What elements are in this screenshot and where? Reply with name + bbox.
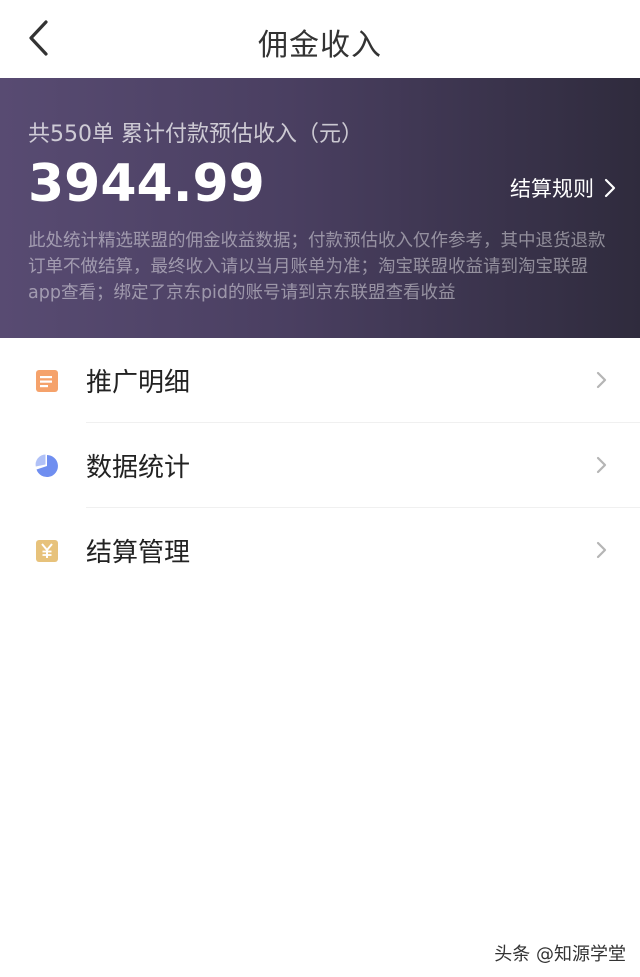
menu-item-label: 结算管理 (86, 538, 191, 568)
menu-item-label: 数据统计 (86, 453, 191, 483)
chevron-right-icon (604, 178, 616, 198)
menu-item-settlement-management[interactable]: 结算管理 (0, 508, 640, 593)
menu-item-data-statistics[interactable]: 数据统计 (0, 423, 640, 508)
chevron-right-icon (596, 541, 607, 559)
earnings-notice: 此处统计精选联盟的佣金收益数据；付款预估收入仅作参考，其中退货退款订单不做结算，… (28, 231, 606, 303)
document-icon (36, 370, 58, 392)
settlement-rules-label: 结算规则 (510, 177, 594, 201)
menu-list: 推广明细 数据统计 结算管理 (0, 338, 640, 593)
menu-item-promotion-details[interactable]: 推广明细 (0, 338, 640, 423)
menu-item-label: 推广明细 (86, 368, 191, 398)
yuan-icon (36, 540, 58, 562)
page-title: 佣金收入 (258, 28, 382, 63)
earnings-summary: 共550单 累计付款预估收入（元） (28, 122, 363, 147)
pie-chart-icon (35, 454, 58, 477)
earnings-banner: 共550单 累计付款预估收入（元） 3944.99 结算规则 此处统计精选联盟的… (0, 78, 640, 338)
watermark: 头条 @知源学堂 (494, 944, 626, 965)
settlement-rules-link[interactable]: 结算规则 (510, 173, 616, 203)
chevron-right-icon (596, 456, 607, 474)
chevron-right-icon (596, 371, 607, 389)
earnings-amount: 3944.99 (28, 154, 265, 214)
top-nav-bar: 佣金收入 (0, 0, 640, 78)
